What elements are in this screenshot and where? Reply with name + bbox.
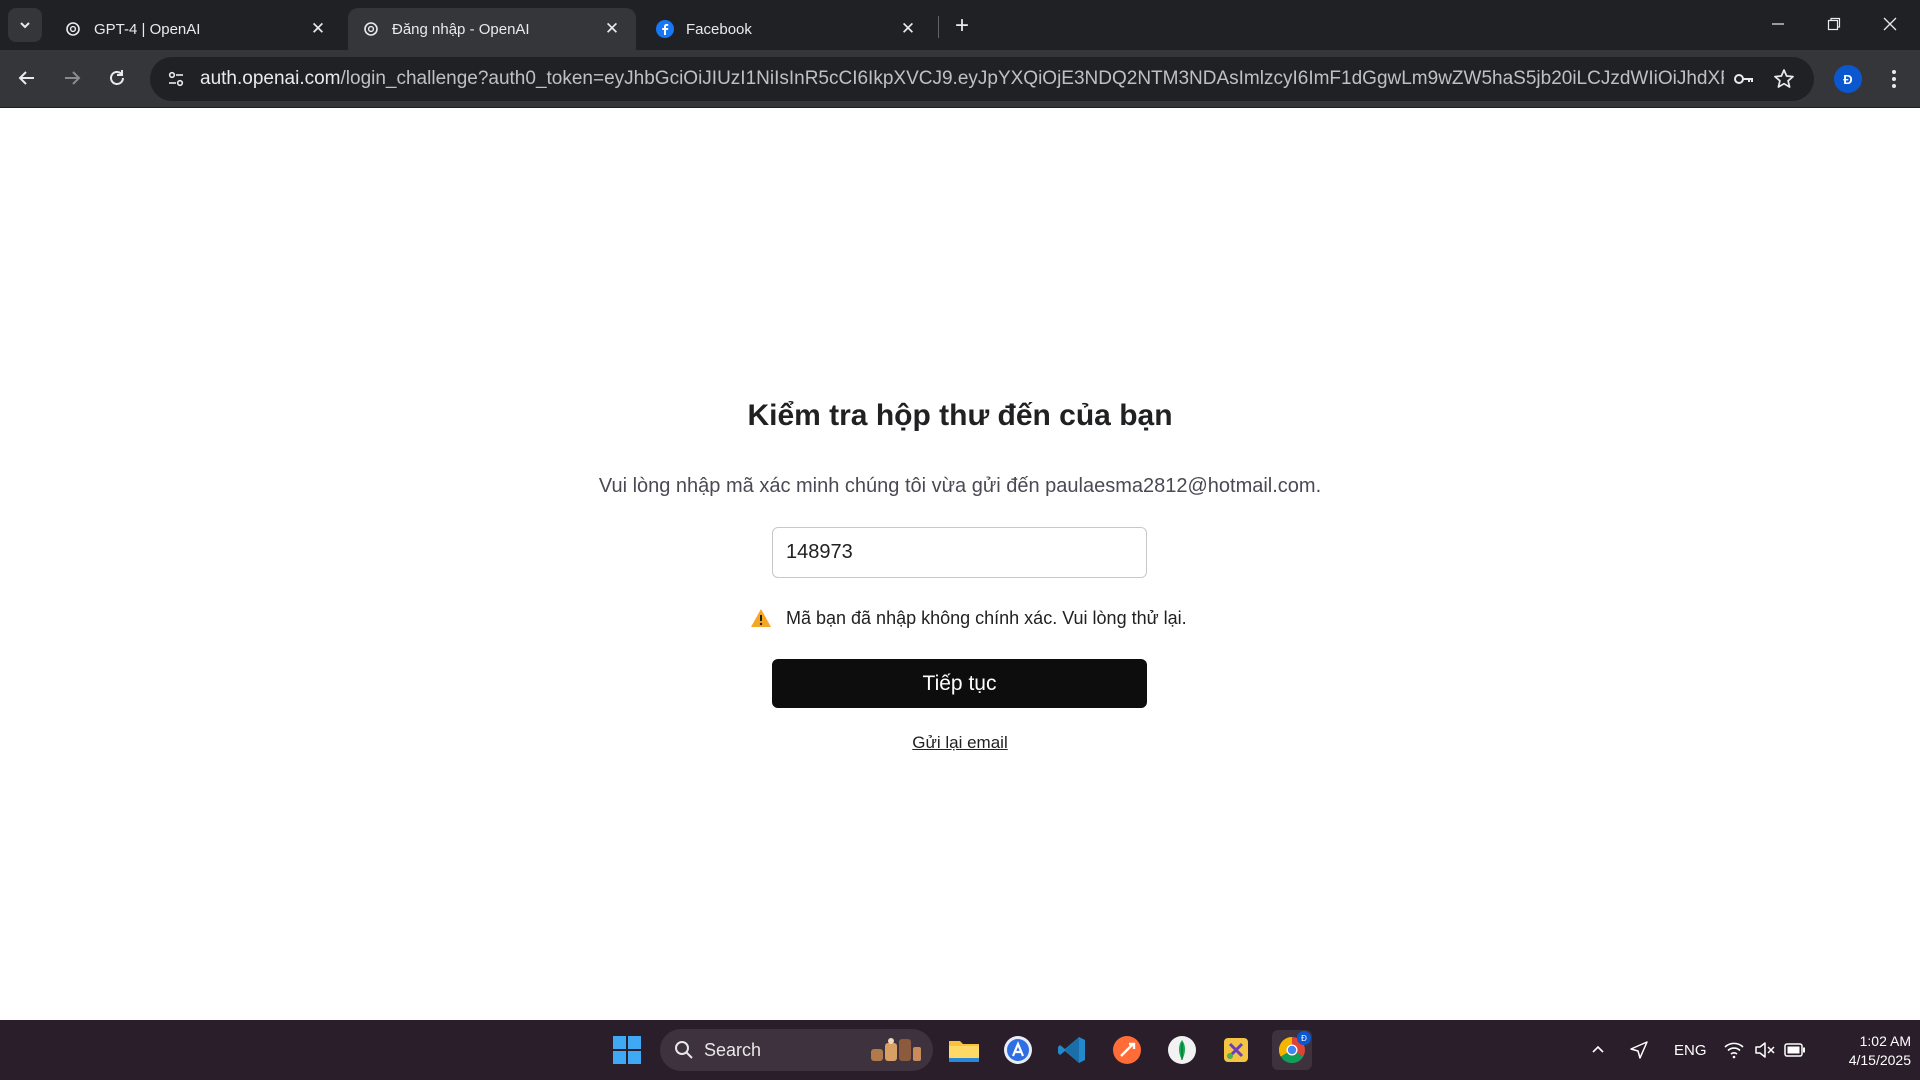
site-settings-icon[interactable] xyxy=(154,57,198,101)
close-icon[interactable]: ✕ xyxy=(898,19,918,39)
tab-facebook[interactable]: Facebook ✕ xyxy=(642,8,932,50)
forward-button[interactable] xyxy=(55,61,89,95)
reload-button[interactable] xyxy=(100,61,134,95)
snipping-tool-icon[interactable] xyxy=(1216,1030,1256,1070)
close-icon[interactable]: ✕ xyxy=(308,19,328,39)
windows-logo-icon xyxy=(613,1036,641,1064)
taskbar-search-box[interactable]: Search xyxy=(660,1029,933,1071)
browser-toolbar: auth.openai.com/login_challenge?auth0_to… xyxy=(0,50,1920,108)
clock-date: 4/15/2025 xyxy=(1848,1052,1911,1068)
chevron-up-icon xyxy=(1592,1045,1604,1053)
url-host: auth.openai.com xyxy=(200,68,341,89)
openai-icon xyxy=(362,20,380,38)
reload-icon xyxy=(110,70,124,85)
profile-avatar[interactable]: Đ xyxy=(1834,65,1862,93)
battery-icon[interactable] xyxy=(1784,1020,1806,1080)
taskbar: Search Đ ENG 1:02 AM 4/15/2025 xyxy=(0,1020,1920,1080)
system-clock[interactable]: 1:02 AM 4/15/2025 xyxy=(1815,1032,1911,1070)
arrow-left-icon xyxy=(18,71,34,85)
password-key-icon[interactable] xyxy=(1724,59,1764,99)
clock-time: 1:02 AM xyxy=(1859,1033,1911,1049)
tab-login[interactable]: Đăng nhập - OpenAI ✕ xyxy=(348,8,636,50)
chrome-taskbar-icon[interactable]: Đ xyxy=(1272,1030,1312,1070)
show-hidden-icons-button[interactable] xyxy=(1590,1020,1606,1080)
file-explorer-icon[interactable] xyxy=(944,1030,984,1070)
chrome-profile-badge: Đ xyxy=(1297,1031,1311,1045)
wifi-icon[interactable] xyxy=(1724,1020,1744,1080)
tab-separator xyxy=(938,16,939,38)
bookmark-star-icon[interactable] xyxy=(1764,59,1804,99)
verification-instructions: Vui lòng nhập mã xác minh chúng tôi vừa … xyxy=(598,475,1322,497)
location-icon[interactable] xyxy=(1629,1020,1649,1080)
arrow-right-icon xyxy=(65,71,81,85)
page-content: Kiểm tra hộp thư đến của bạn Vui lòng nh… xyxy=(0,109,1920,1020)
minimize-button[interactable] xyxy=(1750,0,1806,48)
facebook-icon xyxy=(656,20,674,38)
mongodb-compass-icon[interactable] xyxy=(1162,1030,1202,1070)
openai-icon xyxy=(64,20,82,38)
url-path: /login_challenge?auth0_token=eyJhbGciOiJ… xyxy=(340,68,1725,89)
minimize-icon xyxy=(1772,23,1784,25)
close-icon[interactable]: ✕ xyxy=(602,19,622,39)
volume-muted-icon[interactable] xyxy=(1754,1020,1776,1080)
verification-code-input[interactable] xyxy=(772,527,1147,578)
resend-email-link-text[interactable]: Gửi lại email xyxy=(912,733,1007,752)
taskbar-search-label: Search xyxy=(704,1039,762,1060)
menu-dots-icon[interactable] xyxy=(1878,63,1910,95)
language-indicator[interactable]: ENG xyxy=(1674,1020,1707,1080)
tab-search-button[interactable] xyxy=(8,8,42,42)
close-icon xyxy=(1883,17,1897,31)
error-message: Mã bạn đã nhập không chính xác. Vui lòng… xyxy=(750,605,1187,631)
search-icon xyxy=(674,1040,694,1060)
warning-icon xyxy=(750,607,772,629)
restore-icon xyxy=(1827,17,1841,31)
back-button[interactable] xyxy=(10,61,44,95)
address-bar[interactable]: auth.openai.com/login_challenge?auth0_to… xyxy=(150,57,1814,101)
tab-title: Đăng nhập - OpenAI xyxy=(392,20,530,38)
resend-email-link: Gửi lại email xyxy=(0,733,1920,753)
url-text[interactable]: auth.openai.com/login_challenge?auth0_to… xyxy=(198,68,1724,90)
tab-strip: GPT-4 | OpenAI ✕ Đăng nhập - OpenAI ✕ Fa… xyxy=(0,0,1920,50)
start-button[interactable] xyxy=(607,1030,647,1070)
vscode-icon[interactable] xyxy=(1052,1030,1092,1070)
app-store-icon[interactable] xyxy=(998,1030,1038,1070)
postman-icon[interactable] xyxy=(1107,1030,1147,1070)
error-text: Mã bạn đã nhập không chính xác. Vui lòng… xyxy=(786,607,1187,628)
chevron-down-icon xyxy=(20,22,30,29)
new-tab-button[interactable]: + xyxy=(948,12,976,40)
window-close-button[interactable] xyxy=(1862,0,1918,48)
continue-button[interactable]: Tiếp tục xyxy=(772,659,1147,708)
page-title: Kiểm tra hộp thư đến của bạn xyxy=(747,399,1173,432)
restore-button[interactable] xyxy=(1806,0,1862,48)
tab-gpt4[interactable]: GPT-4 | OpenAI ✕ xyxy=(50,8,342,50)
search-highlight-illustration-icon xyxy=(867,1034,923,1066)
tab-title: GPT-4 | OpenAI xyxy=(94,20,201,38)
tab-title: Facebook xyxy=(686,20,752,38)
